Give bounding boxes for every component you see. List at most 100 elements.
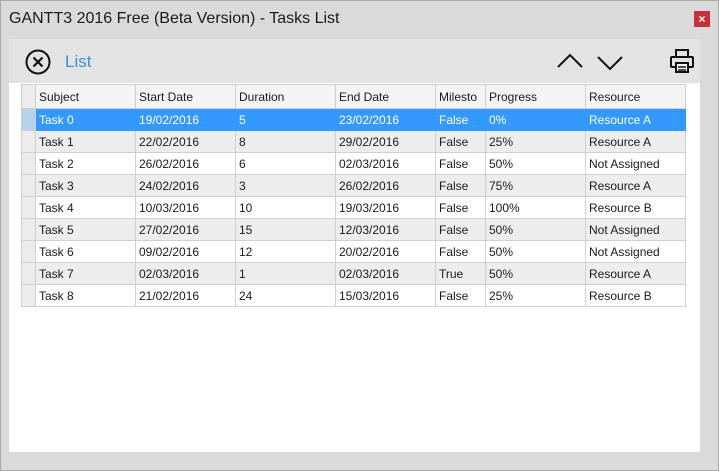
table-cell[interactable]: 23/02/2016 <box>335 108 436 131</box>
chevron-up-icon[interactable] <box>556 51 584 71</box>
column-header[interactable]: Resource <box>585 84 686 109</box>
list-label[interactable]: List <box>65 52 91 72</box>
row-header[interactable] <box>21 240 36 263</box>
table-cell[interactable]: 02/03/2016 <box>335 262 436 285</box>
table-cell[interactable]: Task 5 <box>35 218 136 241</box>
table-cell[interactable]: 50% <box>485 218 586 241</box>
table-cell[interactable]: False <box>435 174 486 197</box>
column-header[interactable]: Progress <box>485 84 586 109</box>
printer-icon[interactable] <box>669 48 695 74</box>
table-row[interactable]: Task 0 19/02/2016 5 23/02/2016 False 0% Resour… <box>21 108 686 131</box>
table-cell[interactable]: 21/02/2016 <box>135 284 236 307</box>
table-cell[interactable]: Resource A <box>585 108 686 131</box>
table-row[interactable]: Task 2 26/02/2016 6 02/03/2016 False 50% Not A… <box>21 152 686 175</box>
table-cell[interactable]: 10 <box>235 196 336 219</box>
row-header[interactable] <box>21 218 36 241</box>
table-cell[interactable]: Task 4 <box>35 196 136 219</box>
table-cell[interactable]: 10/03/2016 <box>135 196 236 219</box>
table-cell[interactable]: 19/02/2016 <box>135 108 236 131</box>
table-cell[interactable]: Resource A <box>585 130 686 153</box>
row-header[interactable] <box>21 130 36 153</box>
table-cell[interactable]: False <box>435 152 486 175</box>
table-cell[interactable]: Task 0 <box>35 108 136 131</box>
title-bar: GANTT3 2016 Free (Beta Version) - Tasks … <box>1 1 718 39</box>
table-cell[interactable]: Resource A <box>585 262 686 285</box>
table-cell[interactable]: Resource B <box>585 196 686 219</box>
table-cell[interactable]: False <box>435 196 486 219</box>
table-cell[interactable]: Task 7 <box>35 262 136 285</box>
table-row[interactable]: Task 7 02/03/2016 1 02/03/2016 True 50% Resour… <box>21 262 686 285</box>
client-area: List Subject Start Date Duration End Dat… <box>9 39 700 452</box>
table-cell[interactable]: 19/03/2016 <box>335 196 436 219</box>
table-cell[interactable]: 09/02/2016 <box>135 240 236 263</box>
table-row[interactable]: Task 3 24/02/2016 3 26/02/2016 False 75% Resou… <box>21 174 686 197</box>
app-window: GANTT3 2016 Free (Beta Version) - Tasks … <box>0 0 719 471</box>
table-cell[interactable]: 02/03/2016 <box>335 152 436 175</box>
table-cell[interactable]: 29/02/2016 <box>335 130 436 153</box>
table-cell[interactable]: False <box>435 284 486 307</box>
table-cell[interactable]: Resource B <box>585 284 686 307</box>
table-cell[interactable]: 26/02/2016 <box>135 152 236 175</box>
table-cell[interactable]: 50% <box>485 240 586 263</box>
table-cell[interactable]: 26/02/2016 <box>335 174 436 197</box>
table-cell[interactable]: Task 6 <box>35 240 136 263</box>
table-cell[interactable]: Not Assigned <box>585 218 686 241</box>
table-cell[interactable]: Not Assigned <box>585 152 686 175</box>
table-cell[interactable]: 0% <box>485 108 586 131</box>
table-row[interactable]: Task 4 10/03/2016 10 19/03/2016 False 100% Res… <box>21 196 686 219</box>
chevron-down-icon[interactable] <box>596 53 624 73</box>
table-row[interactable]: Task 6 09/02/2016 12 20/02/2016 False 50% Not … <box>21 240 686 263</box>
row-header[interactable] <box>21 108 36 131</box>
row-header[interactable] <box>21 196 36 219</box>
table-body: Task 0 19/02/2016 5 23/02/2016 False 0% Resour… <box>21 108 686 307</box>
column-header[interactable]: Start Date <box>135 84 236 109</box>
table-cell[interactable]: Task 1 <box>35 130 136 153</box>
table-row[interactable]: Task 5 27/02/2016 15 12/03/2016 False 50% Not … <box>21 218 686 241</box>
table-cell[interactable]: Not Assigned <box>585 240 686 263</box>
table-cell[interactable]: 15 <box>235 218 336 241</box>
table-cell[interactable]: 100% <box>485 196 586 219</box>
table-cell[interactable]: 24/02/2016 <box>135 174 236 197</box>
table-cell[interactable]: 25% <box>485 284 586 307</box>
table-cell[interactable]: Task 3 <box>35 174 136 197</box>
table-cell[interactable]: 02/03/2016 <box>135 262 236 285</box>
table-cell[interactable]: 24 <box>235 284 336 307</box>
table-cell[interactable]: False <box>435 240 486 263</box>
table-cell[interactable]: 12/03/2016 <box>335 218 436 241</box>
table-cell[interactable]: 22/02/2016 <box>135 130 236 153</box>
table-cell[interactable]: False <box>435 108 486 131</box>
table-cell[interactable]: 50% <box>485 152 586 175</box>
window-close-button[interactable]: × <box>694 11 710 27</box>
table-cell[interactable]: 50% <box>485 262 586 285</box>
table-cell[interactable]: Resource A <box>585 174 686 197</box>
table-cell[interactable]: 25% <box>485 130 586 153</box>
circle-x-icon[interactable] <box>25 49 51 75</box>
table-cell[interactable]: 15/03/2016 <box>335 284 436 307</box>
column-header[interactable]: Subject <box>35 84 136 109</box>
table-cell[interactable]: 20/02/2016 <box>335 240 436 263</box>
window-title: GANTT3 2016 Free (Beta Version) - Tasks … <box>9 10 340 27</box>
table-cell[interactable]: 12 <box>235 240 336 263</box>
row-header[interactable] <box>21 284 36 307</box>
table-cell[interactable]: 6 <box>235 152 336 175</box>
row-header[interactable] <box>21 174 36 197</box>
table-cell[interactable]: False <box>435 130 486 153</box>
row-header[interactable] <box>21 262 36 285</box>
row-header[interactable] <box>21 152 36 175</box>
column-header[interactable]: Duration <box>235 84 336 109</box>
column-header[interactable]: End Date <box>335 84 436 109</box>
table-cell[interactable]: Task 8 <box>35 284 136 307</box>
table-cell[interactable]: 27/02/2016 <box>135 218 236 241</box>
table-cell[interactable]: 8 <box>235 130 336 153</box>
table-row[interactable]: Task 8 21/02/2016 24 15/03/2016 False 25% Reso… <box>21 284 686 307</box>
table-cell[interactable]: True <box>435 262 486 285</box>
table-cell[interactable]: 1 <box>235 262 336 285</box>
table-cell[interactable]: 75% <box>485 174 586 197</box>
table-cell[interactable]: 5 <box>235 108 336 131</box>
row-header-corner <box>21 84 36 109</box>
table-cell[interactable]: False <box>435 218 486 241</box>
table-cell[interactable]: 3 <box>235 174 336 197</box>
table-row[interactable]: Task 1 22/02/2016 8 29/02/2016 False 25% Resou… <box>21 130 686 153</box>
column-header[interactable]: Milesto <box>435 84 486 109</box>
table-cell[interactable]: Task 2 <box>35 152 136 175</box>
